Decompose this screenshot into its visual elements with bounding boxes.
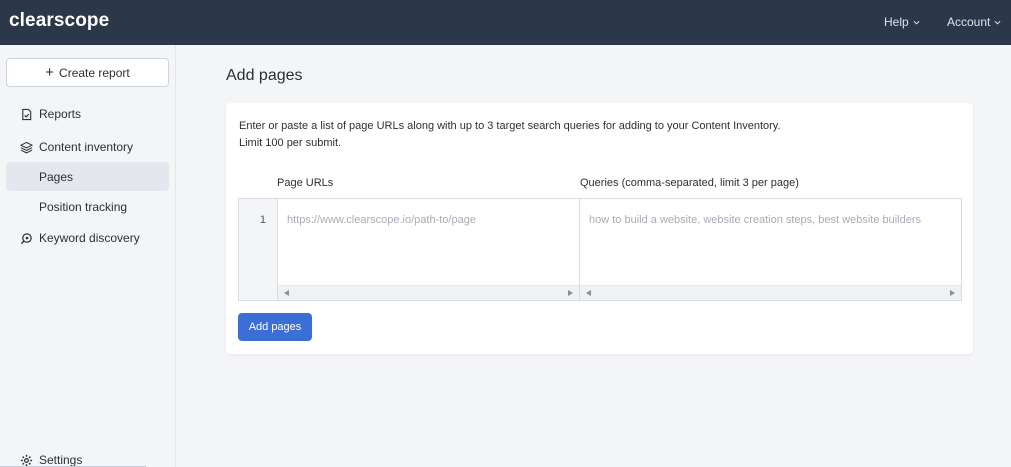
sidebar-item-label: Reports	[39, 107, 82, 121]
horizontal-scrollbar[interactable]	[278, 285, 579, 300]
line-number: 1	[259, 214, 266, 226]
document-check-icon	[22, 108, 32, 120]
create-report-button[interactable]: + Create report	[6, 58, 169, 87]
sidebar-item-reports[interactable]: Reports	[20, 107, 81, 121]
sidebar-item-keyword-discovery[interactable]: Keyword discovery	[20, 231, 140, 245]
app-logo[interactable]: clearscope	[9, 10, 109, 32]
queries-column-label: Queries (comma-separated, limit 3 per pa…	[580, 177, 799, 189]
page-urls-column-label: Page URLs	[277, 177, 334, 189]
intro-line: Enter or paste a list of page URLs along…	[239, 120, 781, 132]
queries-placeholder: how to build a website, website creation…	[589, 214, 922, 226]
scroll-right-icon[interactable]	[568, 290, 573, 296]
intro-text: Enter or paste a list of page URLs along…	[239, 118, 781, 152]
create-report-label: Create report	[59, 65, 130, 80]
chevron-down-icon	[913, 20, 920, 25]
bulk-input-editor: 1 https://www.clearscope.io/path-to/page…	[238, 198, 962, 301]
limit-line: Limit 100 per submit.	[239, 137, 342, 149]
scroll-left-icon[interactable]	[284, 290, 289, 296]
sidebar-item-label: Pages	[39, 170, 74, 184]
sidebar: + Create report Reports Content inventor…	[0, 45, 176, 467]
queries-input[interactable]: how to build a website, website creation…	[580, 199, 961, 300]
line-number-gutter: 1	[239, 199, 278, 300]
top-bar: clearscope Help Account	[0, 0, 1011, 45]
account-label: Account	[947, 15, 991, 29]
help-menu[interactable]: Help	[884, 15, 920, 29]
scroll-left-icon[interactable]	[586, 290, 591, 296]
help-label: Help	[884, 15, 909, 29]
sidebar-item-label: Keyword discovery	[39, 231, 140, 245]
scroll-right-icon[interactable]	[950, 290, 955, 296]
sidebar-item-content-inventory[interactable]: Content inventory	[20, 140, 133, 154]
plus-icon: +	[45, 64, 55, 81]
horizontal-scrollbar[interactable]	[580, 285, 961, 300]
chevron-down-icon	[994, 20, 1001, 25]
discovery-icon	[20, 232, 32, 244]
sidebar-item-label: Content inventory	[39, 140, 134, 154]
page-urls-input[interactable]: https://www.clearscope.io/path-to/page	[278, 199, 580, 300]
add-pages-card: Enter or paste a list of page URLs along…	[226, 103, 973, 354]
account-menu[interactable]: Account	[947, 15, 1001, 29]
sidebar-item-pages[interactable]: Pages	[6, 162, 169, 191]
layers-icon	[20, 141, 33, 153]
page-title: Add pages	[226, 67, 303, 84]
url-placeholder: https://www.clearscope.io/path-to/page	[287, 214, 476, 226]
sidebar-item-position-tracking[interactable]: Position tracking	[39, 200, 127, 214]
add-pages-button[interactable]: Add pages	[238, 313, 312, 341]
